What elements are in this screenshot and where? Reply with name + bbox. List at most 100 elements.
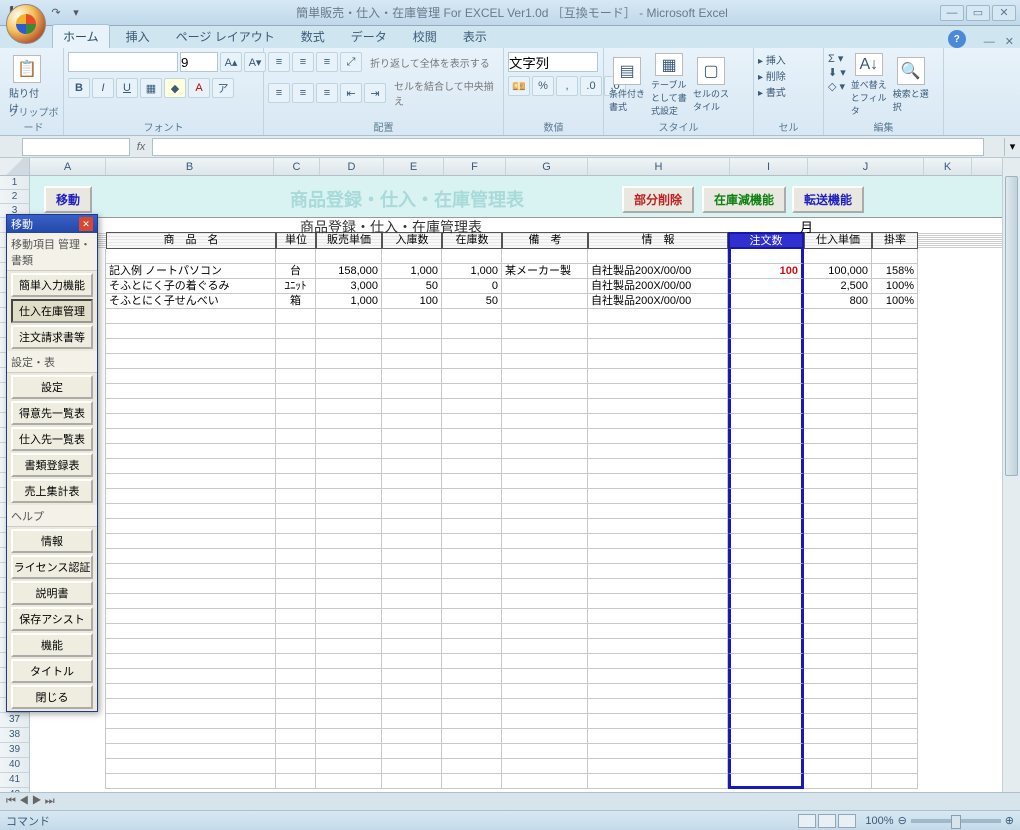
cell[interactable] — [728, 459, 804, 474]
cell[interactable] — [502, 714, 588, 729]
cell[interactable] — [442, 474, 502, 489]
cell[interactable] — [276, 744, 316, 759]
cell[interactable] — [588, 729, 728, 744]
cell[interactable] — [804, 324, 872, 339]
cell[interactable] — [442, 354, 502, 369]
cell[interactable] — [382, 564, 442, 579]
cell[interactable]: 50 — [382, 279, 442, 294]
cell[interactable] — [872, 429, 918, 444]
cell[interactable] — [728, 489, 804, 504]
cell[interactable] — [502, 609, 588, 624]
cell[interactable] — [728, 369, 804, 384]
cell[interactable] — [588, 669, 728, 684]
cell[interactable] — [588, 489, 728, 504]
cell[interactable] — [382, 489, 442, 504]
find-select-button[interactable]: 🔍検索と選択 — [892, 52, 930, 118]
cell[interactable]: 158% — [872, 264, 918, 279]
autosum-button[interactable]: Σ ▾ — [828, 52, 846, 65]
cell[interactable] — [442, 399, 502, 414]
cell[interactable] — [442, 384, 502, 399]
cell[interactable] — [872, 609, 918, 624]
cell[interactable] — [316, 354, 382, 369]
cell[interactable]: 3,000 — [316, 279, 382, 294]
cell[interactable]: 自社製品200X/00/00 — [588, 279, 728, 294]
cell[interactable] — [588, 684, 728, 699]
cell[interactable] — [442, 579, 502, 594]
cell[interactable] — [588, 744, 728, 759]
cell[interactable] — [276, 444, 316, 459]
cell[interactable] — [382, 504, 442, 519]
cell[interactable] — [276, 759, 316, 774]
cell[interactable] — [872, 744, 918, 759]
cell[interactable] — [804, 459, 872, 474]
cell[interactable] — [106, 609, 276, 624]
cell[interactable] — [872, 624, 918, 639]
cell[interactable] — [804, 759, 872, 774]
wrap-text-button[interactable]: 折り返して全体を表示する — [364, 55, 490, 70]
cell[interactable] — [588, 354, 728, 369]
cell[interactable] — [316, 669, 382, 684]
cell[interactable] — [502, 324, 588, 339]
cell[interactable] — [804, 489, 872, 504]
cell[interactable] — [502, 684, 588, 699]
cell[interactable] — [106, 654, 276, 669]
cell[interactable] — [316, 309, 382, 324]
cell[interactable] — [316, 729, 382, 744]
cell[interactable] — [804, 309, 872, 324]
cell[interactable] — [276, 534, 316, 549]
cell[interactable] — [502, 624, 588, 639]
cell[interactable] — [804, 339, 872, 354]
phonetic-button[interactable]: ア — [212, 78, 234, 98]
cell[interactable] — [382, 429, 442, 444]
cell[interactable] — [106, 489, 276, 504]
cell[interactable] — [276, 699, 316, 714]
cell[interactable] — [804, 399, 872, 414]
nav-button[interactable]: 設定 — [11, 375, 93, 399]
cell[interactable] — [804, 639, 872, 654]
cell[interactable] — [316, 624, 382, 639]
cell[interactable] — [728, 339, 804, 354]
cell[interactable] — [442, 504, 502, 519]
cell[interactable] — [872, 384, 918, 399]
cell[interactable] — [728, 549, 804, 564]
cell[interactable] — [588, 369, 728, 384]
cell[interactable] — [728, 474, 804, 489]
cell[interactable]: 800 — [804, 294, 872, 309]
cell[interactable] — [316, 774, 382, 789]
column-header-B[interactable]: B — [106, 158, 274, 175]
cell[interactable] — [728, 744, 804, 759]
cell[interactable]: 100 — [728, 264, 804, 279]
cell[interactable] — [276, 714, 316, 729]
row-header[interactable]: 1 — [0, 176, 30, 190]
align-left-button[interactable]: ≡ — [268, 83, 290, 103]
partial-delete-button[interactable]: 部分削除 — [622, 186, 694, 213]
cell[interactable] — [316, 249, 382, 264]
cell[interactable] — [106, 714, 276, 729]
cell[interactable] — [382, 579, 442, 594]
cell[interactable] — [442, 654, 502, 669]
cell[interactable] — [316, 429, 382, 444]
cell[interactable] — [382, 414, 442, 429]
cell[interactable]: 100% — [872, 279, 918, 294]
cell[interactable] — [728, 639, 804, 654]
cell[interactable] — [804, 669, 872, 684]
cell[interactable] — [872, 519, 918, 534]
nav-button[interactable]: 機能 — [11, 633, 93, 657]
align-right-button[interactable]: ≡ — [316, 83, 338, 103]
cell[interactable] — [872, 534, 918, 549]
cell[interactable] — [106, 669, 276, 684]
cell[interactable] — [442, 324, 502, 339]
cell[interactable] — [872, 444, 918, 459]
cell[interactable] — [588, 534, 728, 549]
cell[interactable] — [804, 354, 872, 369]
cell[interactable] — [728, 384, 804, 399]
cell[interactable] — [588, 699, 728, 714]
cell[interactable] — [382, 624, 442, 639]
format-table-button[interactable]: ▦テーブルとして書式設定 — [650, 52, 688, 118]
format-cells-button[interactable]: ▸ 書式 — [758, 84, 786, 99]
cell[interactable] — [276, 339, 316, 354]
cell[interactable] — [728, 669, 804, 684]
cell[interactable] — [502, 519, 588, 534]
cell[interactable] — [728, 354, 804, 369]
cell[interactable] — [502, 474, 588, 489]
